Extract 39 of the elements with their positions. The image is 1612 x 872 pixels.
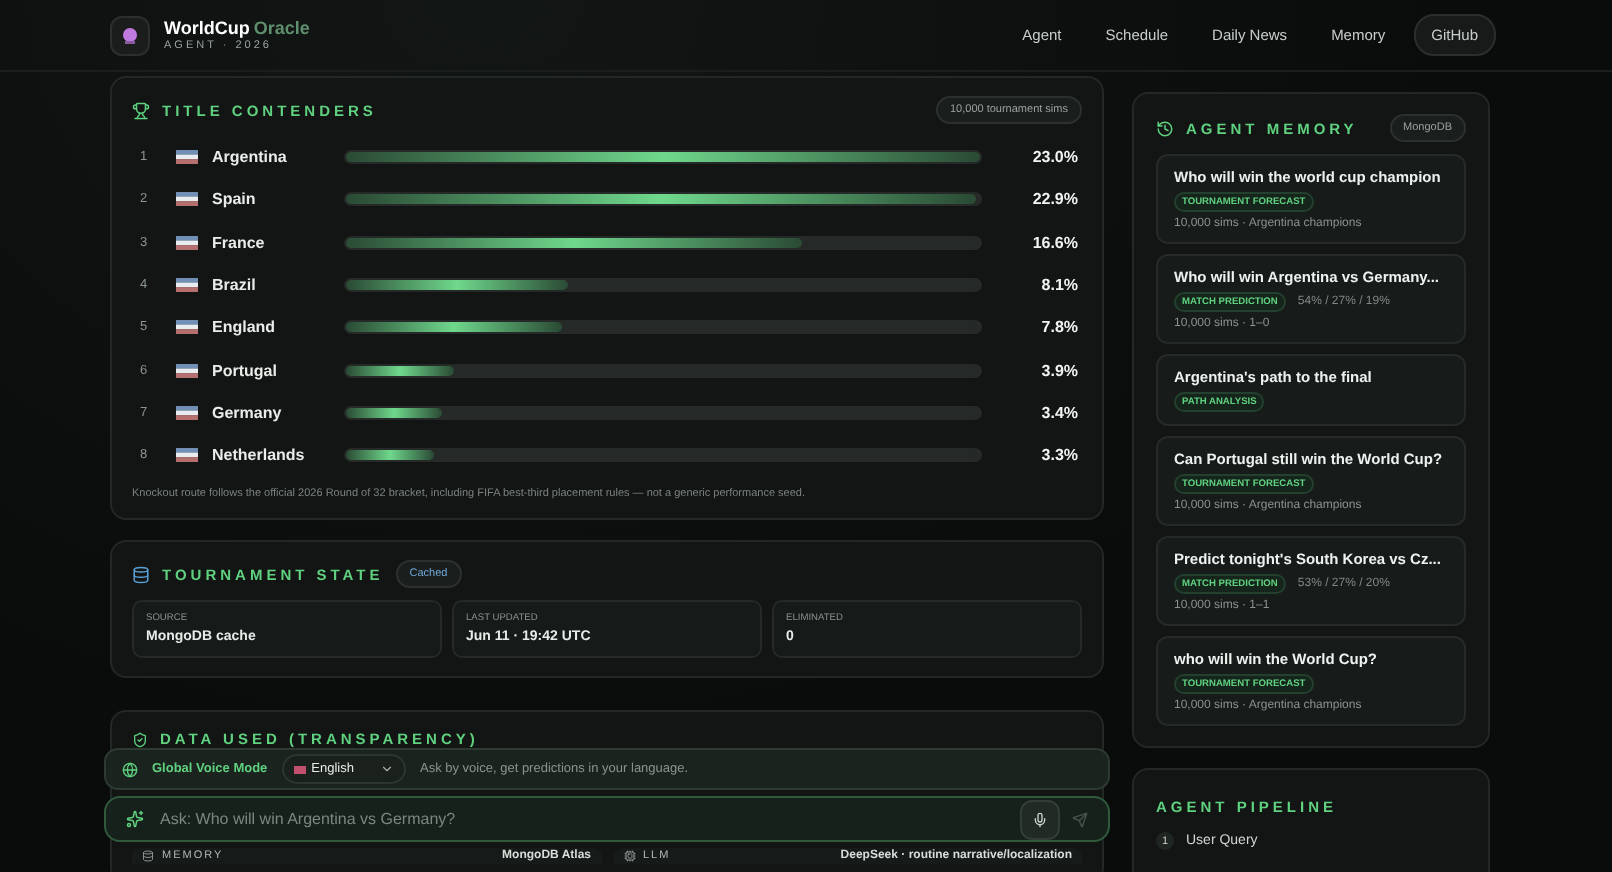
clock-icon xyxy=(1156,119,1174,137)
microphone-icon xyxy=(1032,811,1048,827)
team-name: Netherlands xyxy=(210,446,307,465)
probability-value: 3.3% xyxy=(1039,446,1078,465)
probability-value: 8.1% xyxy=(1039,276,1078,295)
chevron-down-icon xyxy=(380,762,394,776)
globe-icon xyxy=(122,761,138,777)
flag-icon xyxy=(176,235,198,250)
probability-value: 16.6% xyxy=(1030,233,1078,252)
chip-icon xyxy=(623,850,635,863)
flag-icon xyxy=(176,150,198,165)
flag-icon xyxy=(176,363,198,378)
team-name: Argentina xyxy=(210,148,289,167)
sparkles-icon xyxy=(126,810,144,828)
microphone-button[interactable] xyxy=(1020,799,1060,839)
flag-icon xyxy=(176,192,198,207)
probability-value: 23.0% xyxy=(1030,148,1078,167)
probability-value: 3.4% xyxy=(1039,403,1078,422)
ask-input[interactable]: Ask: Who will win Argentina vs Germany? xyxy=(156,808,1008,830)
shield-check-icon xyxy=(132,731,148,748)
send-icon xyxy=(1072,811,1088,827)
probability-value: 3.9% xyxy=(1039,361,1078,380)
flag-icon xyxy=(176,320,198,335)
team-name: England xyxy=(210,318,278,337)
team-name: Spain xyxy=(210,190,258,209)
database-icon xyxy=(132,565,150,584)
probability-value: 7.8% xyxy=(1039,318,1078,337)
team-name: Brazil xyxy=(210,276,258,295)
flag-icon xyxy=(176,405,198,420)
flag-icon xyxy=(176,448,198,463)
flag-icon xyxy=(176,278,198,293)
probability-value: 22.9% xyxy=(1030,190,1078,209)
ask-field[interactable]: Ask: Who will win Argentina vs Germany? xyxy=(104,796,1110,842)
logo-title: WorldCup Oracle xyxy=(164,18,310,38)
database-icon xyxy=(142,850,154,863)
team-name: Germany xyxy=(210,403,284,422)
team-name: France xyxy=(210,233,267,252)
team-name: Portugal xyxy=(210,361,279,380)
trophy-icon xyxy=(132,101,150,119)
